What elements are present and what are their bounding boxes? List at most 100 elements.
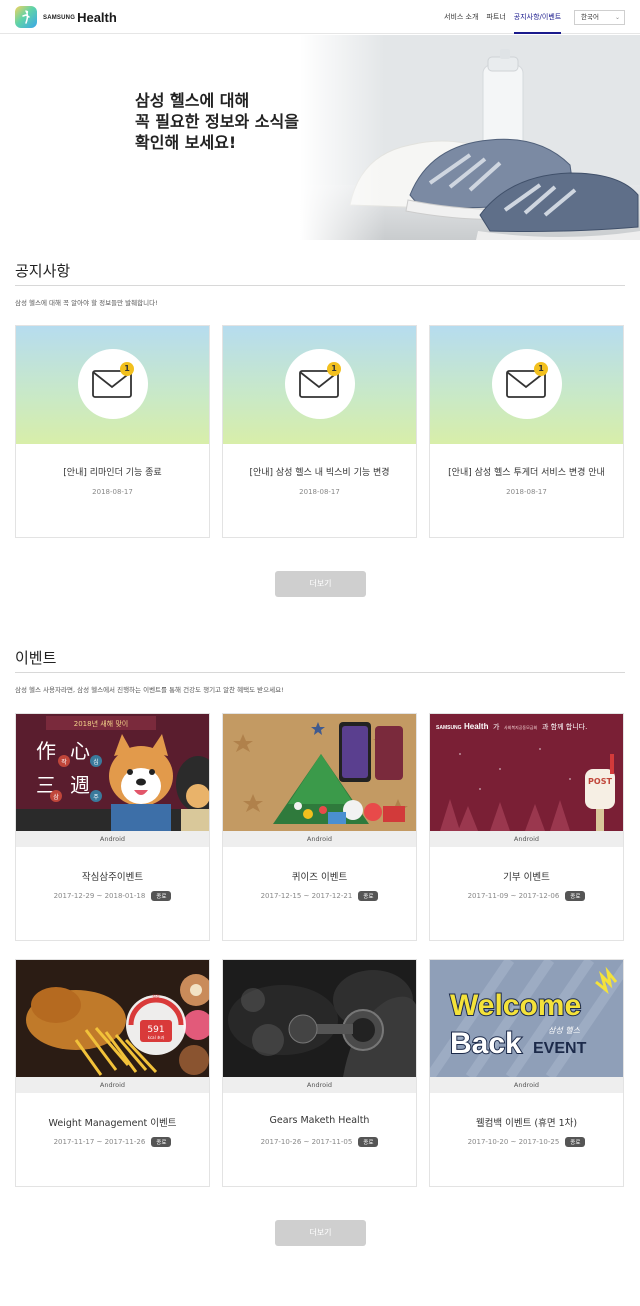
event-card[interactable]: Android Gears Maketh Health 2017-10-26 ~…: [222, 959, 417, 1187]
new-year-banner-text: 2018년 새해 맞이: [74, 719, 128, 728]
hero-banner: 삼성 헬스에 대해 꼭 필요한 정보와 소식을 확인해 보세요!: [0, 35, 640, 240]
mail-circle: 1: [285, 349, 355, 419]
kcal-value-text: 591: [147, 1025, 164, 1035]
event-card[interactable]: SAMSUNG Health 가 사회복지공동모금회 과 함께 합니다. POS…: [429, 713, 624, 941]
hero-line-2: 꼭 필요한 정보와 소식을: [135, 112, 299, 131]
hero-line-3: 확인해 보세요!: [135, 133, 237, 152]
seal-char-4: 주: [93, 794, 99, 801]
notice-card[interactable]: 1 [안내] 삼성 헬스 투게더 서비스 변경 안내 2018-08-17: [429, 325, 624, 538]
event-meta: 2017-12-15 ~ 2017-12-21 종료: [223, 891, 416, 901]
event-meta: 2017-12-29 ~ 2018-01-18 종료: [16, 891, 209, 901]
event-thumbnail-gears: [223, 960, 416, 1077]
notice-date: 2018-08-17: [92, 488, 133, 496]
donation-samsung-text: SAMSUNG: [436, 725, 462, 731]
notification-badge: 1: [327, 362, 341, 376]
notice-date: 2018-08-17: [506, 488, 547, 496]
notice-title: [안내] 삼성 헬스 투게더 서비스 변경 안내: [448, 468, 605, 478]
hero-headline: 삼성 헬스에 대해 꼭 필요한 정보와 소식을 확인해 보세요!: [135, 90, 299, 153]
event-title: 기부 이벤트: [503, 872, 550, 883]
main-nav: 서비스 소개 파트너 공지사항/이벤트: [444, 0, 569, 34]
ended-badge: 종료: [358, 1137, 379, 1147]
event-title: Gears Maketh Health: [269, 1115, 370, 1126]
event-meta: 2017-11-17 ~ 2017-11-26 종료: [16, 1137, 209, 1147]
notice-thumbnail: 1: [223, 326, 416, 444]
notice-card[interactable]: 1 [안내] 리마인더 기능 종료 2018-08-17: [15, 325, 210, 538]
sneakers-towel-bottle-image: [300, 35, 640, 240]
nav-partner[interactable]: 파트너: [486, 0, 505, 34]
notice-more-button[interactable]: 더보기: [275, 571, 366, 597]
hanja-char-1: 作: [36, 739, 56, 763]
notice-date: 2018-08-17: [299, 488, 340, 496]
notice-section-description: 삼성 헬스에 대해 꼭 알아야 할 정보들만 발췌합니다!: [15, 299, 158, 307]
event-title: 작심삼주이벤트: [81, 872, 144, 883]
event-card[interactable]: Welcome Back EVENT 삼성 헬스 Android 웰컴백 이벤트…: [429, 959, 624, 1187]
notification-badge: 1: [534, 362, 548, 376]
event-platform-label: Android: [430, 831, 623, 847]
kcal-unit-text: kcal 초과: [148, 1034, 165, 1040]
hanja-char-4: 週: [70, 773, 90, 797]
event-more-button[interactable]: 더보기: [275, 1220, 366, 1246]
notice-section-title: 공지사항: [15, 262, 71, 280]
event-thumbnail-new-year: 2018년 새해 맞이 作 心 三 週 작 심 삼 주: [16, 714, 209, 831]
samsung-health-logo[interactable]: SAMSUNG Health: [15, 5, 117, 29]
back-text: Back: [450, 1027, 522, 1060]
event-platform-label: Android: [16, 831, 209, 847]
ended-badge: 종료: [151, 1137, 172, 1147]
event-period: 2017-10-26 ~ 2017-11-05: [260, 1138, 353, 1146]
nav-notice-event[interactable]: 공지사항/이벤트: [513, 0, 562, 34]
seal-char-2: 심: [93, 758, 99, 766]
site-header: SAMSUNG Health 서비스 소개 파트너 공지사항/이벤트 한국어 ⌄: [0, 0, 640, 34]
nav-service-intro[interactable]: 서비스 소개: [444, 0, 478, 34]
notice-divider: [15, 285, 625, 286]
language-select[interactable]: 한국어 ⌄: [574, 10, 625, 25]
language-value: 한국어: [581, 13, 599, 21]
ended-badge: 종료: [358, 891, 379, 901]
event-word-text: EVENT: [533, 1040, 587, 1057]
event-meta: 2017-10-20 ~ 2017-10-25 종료: [430, 1137, 623, 1147]
hero-line-1: 삼성 헬스에 대해: [135, 91, 250, 110]
chevron-down-icon: ⌄: [614, 14, 620, 21]
notice-title: [안내] 삼성 헬스 내 빅스비 기능 변경: [249, 468, 390, 478]
event-period: 2017-12-29 ~ 2018-01-18: [53, 892, 146, 900]
event-thumbnail-weight: 적정 591 kcal 초과: [16, 960, 209, 1077]
event-meta: 2017-10-26 ~ 2017-11-05 종료: [223, 1137, 416, 1147]
event-platform-label: Android: [430, 1077, 623, 1093]
event-period: 2017-10-20 ~ 2017-10-25: [467, 1138, 560, 1146]
donation-post-text: 과 함께 합니다.: [542, 722, 587, 731]
script-text: 삼성 헬스: [548, 1026, 581, 1035]
seal-char-3: 삼: [53, 793, 59, 801]
event-title: 퀴이즈 이벤트: [291, 872, 348, 883]
event-platform-label: Android: [223, 1077, 416, 1093]
notice-card[interactable]: 1 [안내] 삼성 헬스 내 빅스비 기능 변경 2018-08-17: [222, 325, 417, 538]
event-card[interactable]: 적정 591 kcal 초과 Android Weight Management…: [15, 959, 210, 1187]
post-text: POST: [588, 777, 612, 786]
event-platform-label: Android: [223, 831, 416, 847]
event-period: 2017-12-15 ~ 2017-12-21: [260, 892, 353, 900]
notice-thumbnail: 1: [16, 326, 209, 444]
health-app-icon: [15, 6, 37, 28]
event-card[interactable]: Android 퀴이즈 이벤트 2017-12-15 ~ 2017-12-21 종…: [222, 713, 417, 941]
hanja-char-2: 心: [70, 739, 90, 763]
event-section-description: 삼성 헬스 사용자라면, 삼성 헬스에서 진행하는 이벤트를 통해 건강도 챙기…: [15, 686, 284, 694]
event-platform-label: Android: [16, 1077, 209, 1093]
ended-badge: 종료: [151, 891, 172, 901]
donation-org-text: 사회복지공동모금회: [504, 724, 537, 730]
donation-health-text: Health: [464, 722, 489, 731]
event-meta: 2017-11-09 ~ 2017-12-06 종료: [430, 891, 623, 901]
event-period: 2017-11-09 ~ 2017-12-06: [467, 892, 560, 900]
notification-badge: 1: [120, 362, 134, 376]
seal-char-1: 작: [61, 759, 67, 766]
event-card[interactable]: 2018년 새해 맞이 作 心 三 週 작 심 삼 주 Android 작심삼주…: [15, 713, 210, 941]
event-section-title: 이벤트: [15, 649, 57, 667]
event-title: Weight Management 이벤트: [48, 1118, 177, 1129]
notice-title: [안내] 리마인더 기능 종료: [63, 468, 162, 478]
event-divider: [15, 672, 625, 673]
event-thumbnail-donation: SAMSUNG Health 가 사회복지공동모금회 과 함께 합니다. POS…: [430, 714, 623, 831]
notice-thumbnail: 1: [430, 326, 623, 444]
logo-health-text: Health: [77, 9, 117, 25]
mail-circle: 1: [492, 349, 562, 419]
gauge-label-text: 적정: [152, 993, 160, 999]
ended-badge: 종료: [565, 891, 586, 901]
event-title: 웰컴백 이벤트 (휴면 1차): [475, 1118, 578, 1129]
donation-mid-text: 가: [493, 722, 500, 731]
